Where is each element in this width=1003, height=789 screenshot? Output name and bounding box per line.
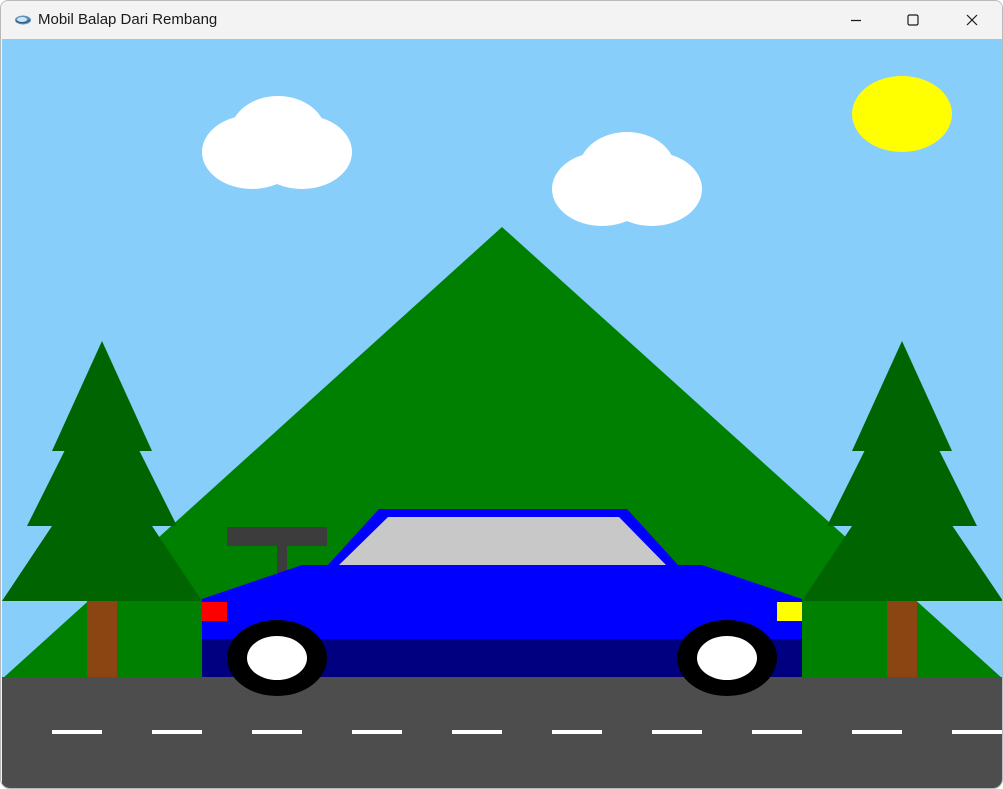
sun	[852, 76, 952, 152]
car-window	[339, 517, 666, 565]
title-bar[interactable]: Mobil Balap Dari Rembang	[1, 1, 1002, 39]
window-title: Mobil Balap Dari Rembang	[38, 11, 218, 28]
head-light	[777, 602, 802, 621]
minimize-button[interactable]	[833, 1, 879, 39]
app-icon	[15, 15, 31, 25]
car-spoiler	[227, 527, 327, 546]
game-canvas[interactable]	[2, 39, 1003, 789]
minimize-icon	[851, 19, 861, 22]
car-spoiler-post	[277, 546, 287, 574]
maximize-button[interactable]	[890, 1, 936, 39]
close-button[interactable]	[949, 1, 995, 39]
tail-light	[202, 602, 227, 621]
maximize-icon	[907, 14, 919, 26]
app-window: Mobil Balap Dari Rembang	[0, 0, 1003, 789]
close-icon	[966, 14, 978, 26]
car-wheel	[677, 620, 777, 696]
car-wheel	[227, 620, 327, 696]
